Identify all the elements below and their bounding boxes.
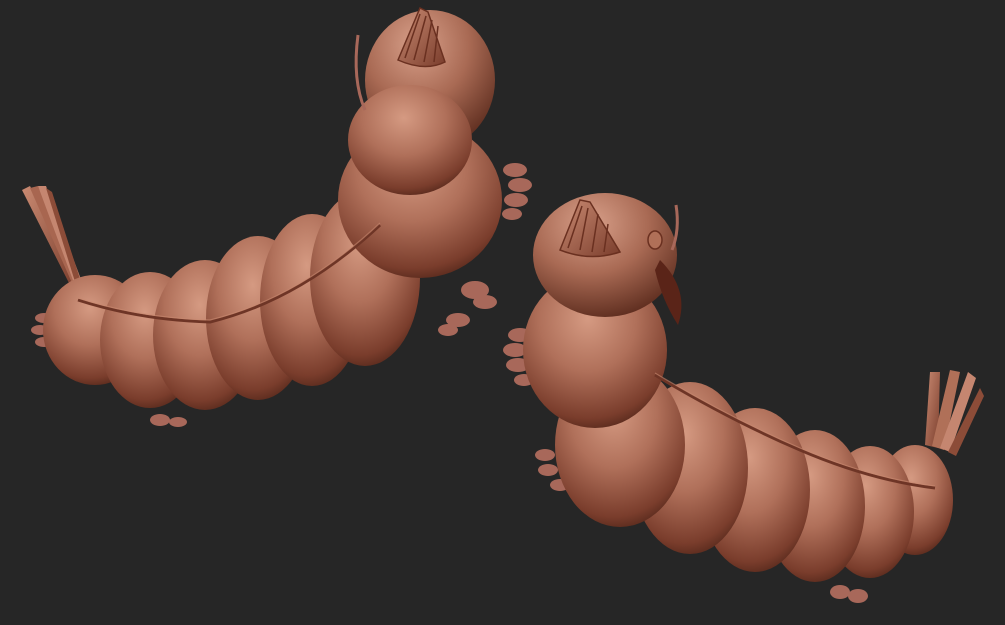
- render-canvas: [0, 0, 1005, 625]
- viewport: [0, 0, 1005, 625]
- hood: [348, 85, 472, 195]
- eye: [647, 230, 663, 250]
